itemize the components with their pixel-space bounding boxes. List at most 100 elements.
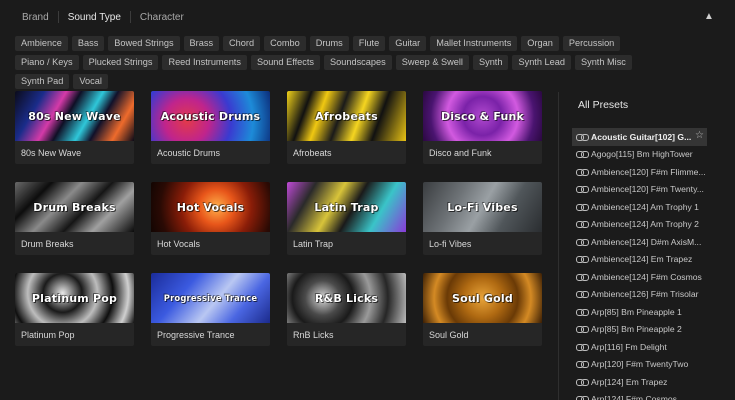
tag-combo[interactable]: Combo <box>264 36 306 51</box>
tag-soundscapes[interactable]: Soundscapes <box>324 55 392 70</box>
category-name: Afrobeats <box>293 148 332 158</box>
preset-item[interactable]: Ambience[120] F#m Twenty... <box>572 181 707 199</box>
preset-item[interactable]: Arp[85] Bm Pineapple 2 <box>572 321 707 339</box>
category-card[interactable]: 80s New Wave 80s New Wave <box>15 91 134 164</box>
preset-item[interactable]: Arp[124] Em Trapez <box>572 373 707 391</box>
tag-organ[interactable]: Organ <box>521 36 559 51</box>
artwork-title: Progressive Trance <box>163 293 258 303</box>
link-icon <box>576 326 589 334</box>
preset-item[interactable]: Acoustic Guitar[102] G... ☆ <box>572 128 707 146</box>
link-icon <box>576 378 589 386</box>
tag-percussion[interactable]: Percussion <box>562 36 621 51</box>
preset-label: Ambience[124] Em Trapez <box>591 254 693 265</box>
category-card[interactable]: Soul Gold Soul Gold <box>423 273 542 346</box>
tag-ambience[interactable]: Ambience <box>15 36 68 51</box>
link-icon <box>576 221 589 229</box>
link-icon <box>576 186 589 194</box>
preset-label: Ambience[126] F#m Trisolar <box>591 289 699 300</box>
preset-label: Arp[116] Fm Delight <box>591 341 667 352</box>
category-artwork: Soul Gold <box>423 273 542 323</box>
preset-label: Agogo[115] Bm HighTower <box>591 149 693 160</box>
tag-plucked-strings[interactable]: Plucked Strings <box>82 55 159 70</box>
link-icon <box>576 168 589 176</box>
artwork-title: Lo-Fi Vibes <box>447 200 518 214</box>
link-icon <box>576 361 589 369</box>
category-card[interactable]: R&B Licks RnB Licks <box>287 273 406 346</box>
category-card[interactable]: Disco & Funk Disco and Funk <box>423 91 542 164</box>
category-artwork: Acoustic Drums <box>151 91 270 141</box>
preset-item[interactable]: Arp[124] F#m Cosmos <box>572 391 707 400</box>
preset-item[interactable]: Ambience[124] F#m Cosmos <box>572 268 707 286</box>
artwork-title: Acoustic Drums <box>160 109 261 123</box>
category-card[interactable]: Progressive Trance Progressive Trance <box>151 273 270 346</box>
filter-tabs: Brand Sound Type Character <box>13 11 193 24</box>
tag-bass[interactable]: Bass <box>71 36 105 51</box>
tag-chord[interactable]: Chord <box>223 36 261 51</box>
category-name: Acoustic Drums <box>157 148 221 158</box>
category-card[interactable]: Hot Vocals Hot Vocals <box>151 182 270 255</box>
tag-reed-instruments[interactable]: Reed Instruments <box>162 55 247 70</box>
tag-synth-pad[interactable]: Synth Pad <box>15 74 70 89</box>
preset-label: Ambience[120] F#m Flimme... <box>591 166 706 177</box>
tag-bowed-strings[interactable]: Bowed Strings <box>108 36 180 51</box>
tag-drums[interactable]: Drums <box>309 36 349 51</box>
preset-item[interactable]: Agogo[115] Bm HighTower <box>572 146 707 164</box>
tab-character[interactable]: Character <box>131 11 193 24</box>
tag-guitar[interactable]: Guitar <box>389 36 427 51</box>
tag-flute[interactable]: Flute <box>352 36 386 51</box>
tag-mallet-instruments[interactable]: Mallet Instruments <box>430 36 518 51</box>
tag-synth-misc[interactable]: Synth Misc <box>574 55 632 70</box>
preset-item[interactable]: Arp[116] Fm Delight <box>572 338 707 356</box>
link-icon <box>576 203 589 211</box>
category-card[interactable]: Drum Breaks Drum Breaks <box>15 182 134 255</box>
tag-sweep-swell[interactable]: Sweep & Swell <box>395 55 469 70</box>
filter-header: Brand Sound Type Character ▲ <box>0 0 735 34</box>
category-name: Platinum Pop <box>21 330 75 340</box>
link-icon <box>576 343 589 351</box>
artwork-title: Disco & Funk <box>440 109 525 123</box>
category-card[interactable]: Platinum Pop Platinum Pop <box>15 273 134 346</box>
category-artwork: Lo-Fi Vibes <box>423 182 542 232</box>
preset-item[interactable]: Arp[85] Bm Pineapple 1 <box>572 303 707 321</box>
preset-label: Arp[124] F#m Cosmos <box>591 394 677 400</box>
tag-vocal[interactable]: Vocal <box>73 74 108 89</box>
preset-item[interactable]: Arp[120] F#m TwentyTwo <box>572 356 707 374</box>
preset-label: Ambience[124] Am Trophy 1 <box>591 201 699 212</box>
category-card[interactable]: Afrobeats Afrobeats <box>287 91 406 164</box>
tab-sound-type[interactable]: Sound Type <box>59 11 130 24</box>
link-icon <box>576 151 589 159</box>
category-artwork: Afrobeats <box>287 91 406 141</box>
category-card[interactable]: Acoustic Drums Acoustic Drums <box>151 91 270 164</box>
tag-synth[interactable]: Synth <box>472 55 509 70</box>
tag-piano-keys[interactable]: Piano / Keys <box>15 55 79 70</box>
preset-item[interactable]: Ambience[124] D#m AxisM... <box>572 233 707 251</box>
tag-brass[interactable]: Brass <box>183 36 220 51</box>
preset-item[interactable]: Ambience[124] Em Trapez <box>572 251 707 269</box>
preset-list[interactable]: Acoustic Guitar[102] G... ☆ Agogo[115] Bm … <box>572 128 707 400</box>
category-card[interactable]: Lo-Fi Vibes Lo-fi Vibes <box>423 182 542 255</box>
category-name: Lo-fi Vibes <box>429 239 472 249</box>
link-icon <box>576 396 589 400</box>
preset-label: Ambience[124] Am Trophy 2 <box>591 219 699 230</box>
chevron-up-icon[interactable]: ▲ <box>703 11 715 23</box>
preset-label: Ambience[124] F#m Cosmos <box>591 271 702 282</box>
preset-item[interactable]: Ambience[124] Am Trophy 2 <box>572 216 707 234</box>
artwork-title: Hot Vocals <box>176 200 245 214</box>
sound-category-grid: 80s New Wave 80s New Wave Acoustic Drums Ac… <box>15 91 542 346</box>
category-card[interactable]: Latin Trap Latin Trap <box>287 182 406 255</box>
category-name: RnB Licks <box>293 330 334 340</box>
preset-item[interactable]: Ambience[124] Am Trophy 1 <box>572 198 707 216</box>
presets-title: All Presets <box>578 99 629 111</box>
category-artwork: 80s New Wave <box>15 91 134 141</box>
sound-type-tags: Ambience Bass Bowed Strings Brass Chord Combo… <box>15 36 665 89</box>
preset-label: Arp[85] Bm Pineapple 1 <box>591 306 682 317</box>
tag-synth-lead[interactable]: Synth Lead <box>512 55 571 70</box>
star-icon[interactable]: ☆ <box>695 130 704 141</box>
category-artwork: Latin Trap <box>287 182 406 232</box>
preset-item[interactable]: Ambience[126] F#m Trisolar <box>572 286 707 304</box>
tag-sound-effects[interactable]: Sound Effects <box>250 55 320 70</box>
category-name: Drum Breaks <box>21 239 74 249</box>
category-name: Disco and Funk <box>429 148 492 158</box>
preset-item[interactable]: Ambience[120] F#m Flimme... <box>572 163 707 181</box>
tab-brand[interactable]: Brand <box>13 11 58 24</box>
